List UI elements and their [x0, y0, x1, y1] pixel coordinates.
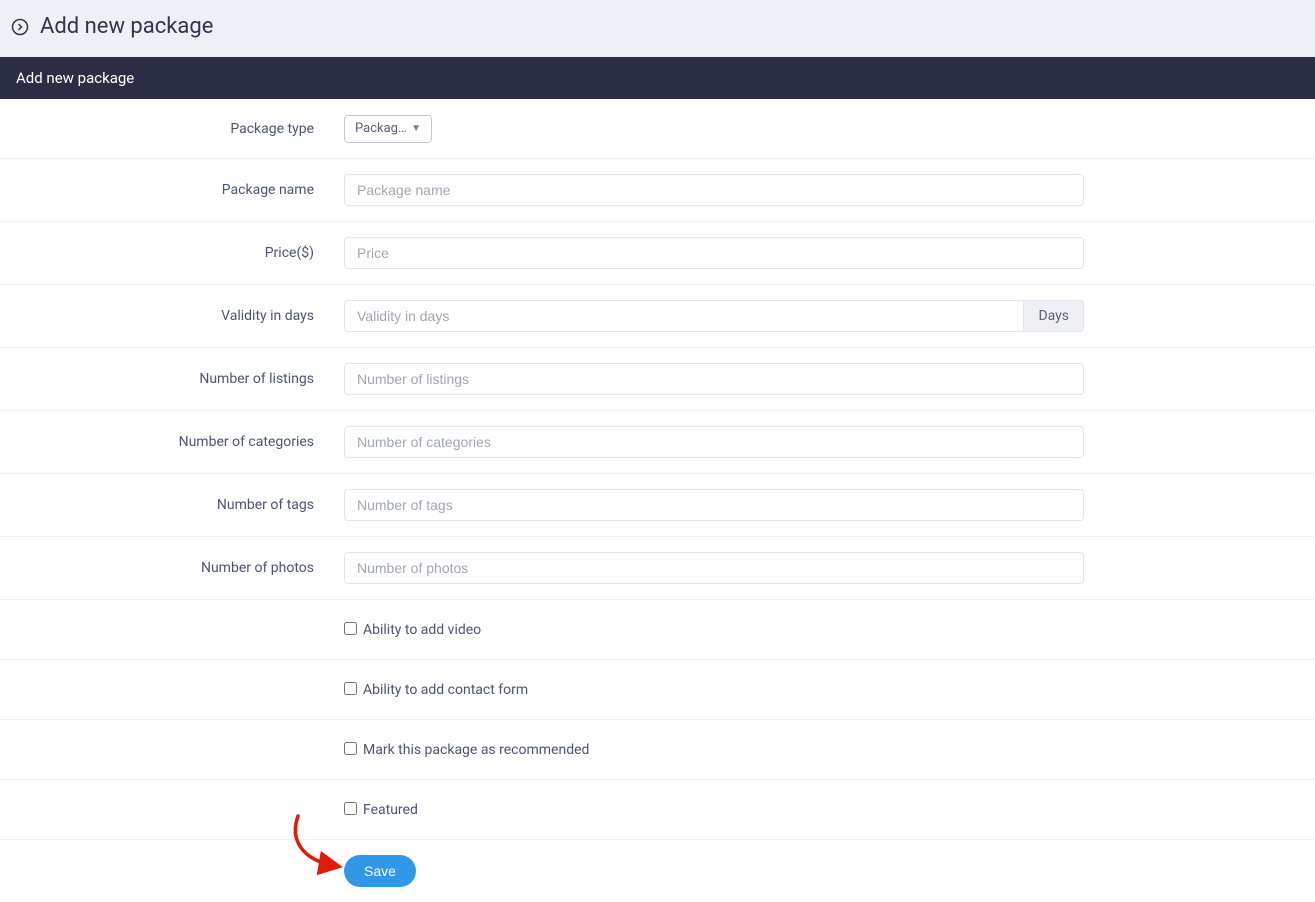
- label-price: Price($): [16, 245, 344, 261]
- row-recommended: Mark this package as recommended: [0, 720, 1315, 780]
- recommended-checkbox[interactable]: [344, 742, 357, 755]
- row-ability-contact: Ability to add contact form: [0, 660, 1315, 720]
- page-title: Add new package: [40, 14, 213, 39]
- ability-video-checkbox[interactable]: [344, 622, 357, 635]
- arrow-circle-right-icon: [10, 17, 30, 37]
- ability-video-wrap[interactable]: Ability to add video: [344, 622, 481, 638]
- featured-checkbox[interactable]: [344, 802, 357, 815]
- ability-video-label: Ability to add video: [363, 622, 481, 638]
- num-photos-input[interactable]: [344, 552, 1084, 584]
- label-num-listings: Number of listings: [16, 371, 344, 387]
- row-package-type: Package type Packag… ▼: [0, 99, 1315, 159]
- price-input[interactable]: [344, 237, 1084, 269]
- featured-wrap[interactable]: Featured: [344, 802, 418, 818]
- section-title: Add new package: [0, 57, 1315, 99]
- row-validity: Validity in days Days: [0, 285, 1315, 348]
- recommended-wrap[interactable]: Mark this package as recommended: [344, 742, 589, 758]
- label-package-type: Package type: [16, 121, 344, 137]
- label-num-tags: Number of tags: [16, 497, 344, 513]
- package-type-select[interactable]: Packag… ▼: [344, 115, 432, 143]
- ability-contact-label: Ability to add contact form: [363, 682, 528, 698]
- form-container: Package type Packag… ▼ Package name Pric…: [0, 99, 1315, 902]
- num-tags-input[interactable]: [344, 489, 1084, 521]
- label-package-name: Package name: [16, 182, 344, 198]
- row-featured: Featured: [0, 780, 1315, 840]
- chevron-down-icon: ▼: [411, 123, 421, 134]
- num-categories-input[interactable]: [344, 426, 1084, 458]
- row-num-tags: Number of tags: [0, 474, 1315, 537]
- featured-label: Featured: [363, 802, 418, 818]
- package-type-selected: Packag…: [355, 121, 407, 136]
- ability-contact-checkbox[interactable]: [344, 682, 357, 695]
- label-num-photos: Number of photos: [16, 560, 344, 576]
- package-name-input[interactable]: [344, 174, 1084, 206]
- row-num-categories: Number of categories: [0, 411, 1315, 474]
- row-num-listings: Number of listings: [0, 348, 1315, 411]
- label-validity: Validity in days: [16, 308, 344, 324]
- page-header: Add new package: [0, 0, 1315, 57]
- validity-input[interactable]: [344, 300, 1024, 332]
- row-save: Save: [0, 840, 1315, 902]
- num-listings-input[interactable]: [344, 363, 1084, 395]
- label-num-categories: Number of categories: [16, 434, 344, 450]
- save-button[interactable]: Save: [344, 855, 416, 887]
- row-price: Price($): [0, 222, 1315, 285]
- recommended-label: Mark this package as recommended: [363, 742, 589, 758]
- validity-addon: Days: [1024, 300, 1084, 332]
- ability-contact-wrap[interactable]: Ability to add contact form: [344, 682, 528, 698]
- row-package-name: Package name: [0, 159, 1315, 222]
- row-ability-video: Ability to add video: [0, 600, 1315, 660]
- row-num-photos: Number of photos: [0, 537, 1315, 600]
